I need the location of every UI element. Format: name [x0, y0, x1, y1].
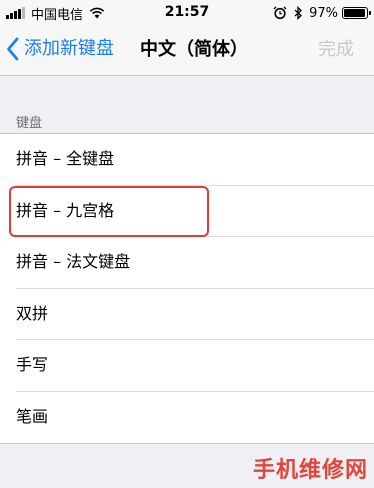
- list-item-label: 拼音 – 全键盘: [16, 149, 115, 168]
- done-button[interactable]: 完成: [318, 38, 354, 62]
- status-right: 97%: [273, 5, 371, 21]
- page-title: 中文（简体）: [140, 39, 248, 60]
- list-item-label: 拼音 – 法文键盘: [16, 252, 131, 271]
- keyboard-list: 拼音 – 全键盘 拼音 – 九宫格 拼音 – 法文键盘 双拼 手写 笔画: [0, 133, 374, 444]
- list-item[interactable]: 双拼: [0, 289, 374, 340]
- list-item-label: 双拼: [16, 303, 49, 323]
- chevron-left-icon: [7, 37, 19, 61]
- list-item[interactable]: 手写: [0, 340, 374, 392]
- list-item[interactable]: 拼音 – 法文键盘: [0, 237, 374, 289]
- bluetooth-icon: [294, 6, 303, 20]
- list-item[interactable]: 笔画: [0, 392, 374, 444]
- list-item-label: 手写: [16, 355, 49, 374]
- status-bar: 中国电信 21:57 97%: [0, 0, 374, 26]
- list-item[interactable]: 拼音 – 全键盘: [0, 134, 374, 186]
- list-item-label: 笔画: [16, 406, 49, 426]
- list-item[interactable]: 拼音 – 九宫格: [0, 186, 374, 237]
- back-label: 添加新键盘: [24, 38, 114, 59]
- alarm-icon: [273, 6, 287, 20]
- battery-percent: 97%: [309, 5, 338, 21]
- battery-icon: [342, 7, 371, 19]
- section-header: 键盘: [16, 116, 43, 131]
- list-item-label: 拼音 – 九宫格: [16, 200, 115, 220]
- back-button[interactable]: 添加新键盘: [6, 37, 114, 61]
- navigation-bar: 添加新键盘 中文（简体） 完成: [0, 26, 374, 76]
- watermark: 手机维修网: [252, 458, 368, 483]
